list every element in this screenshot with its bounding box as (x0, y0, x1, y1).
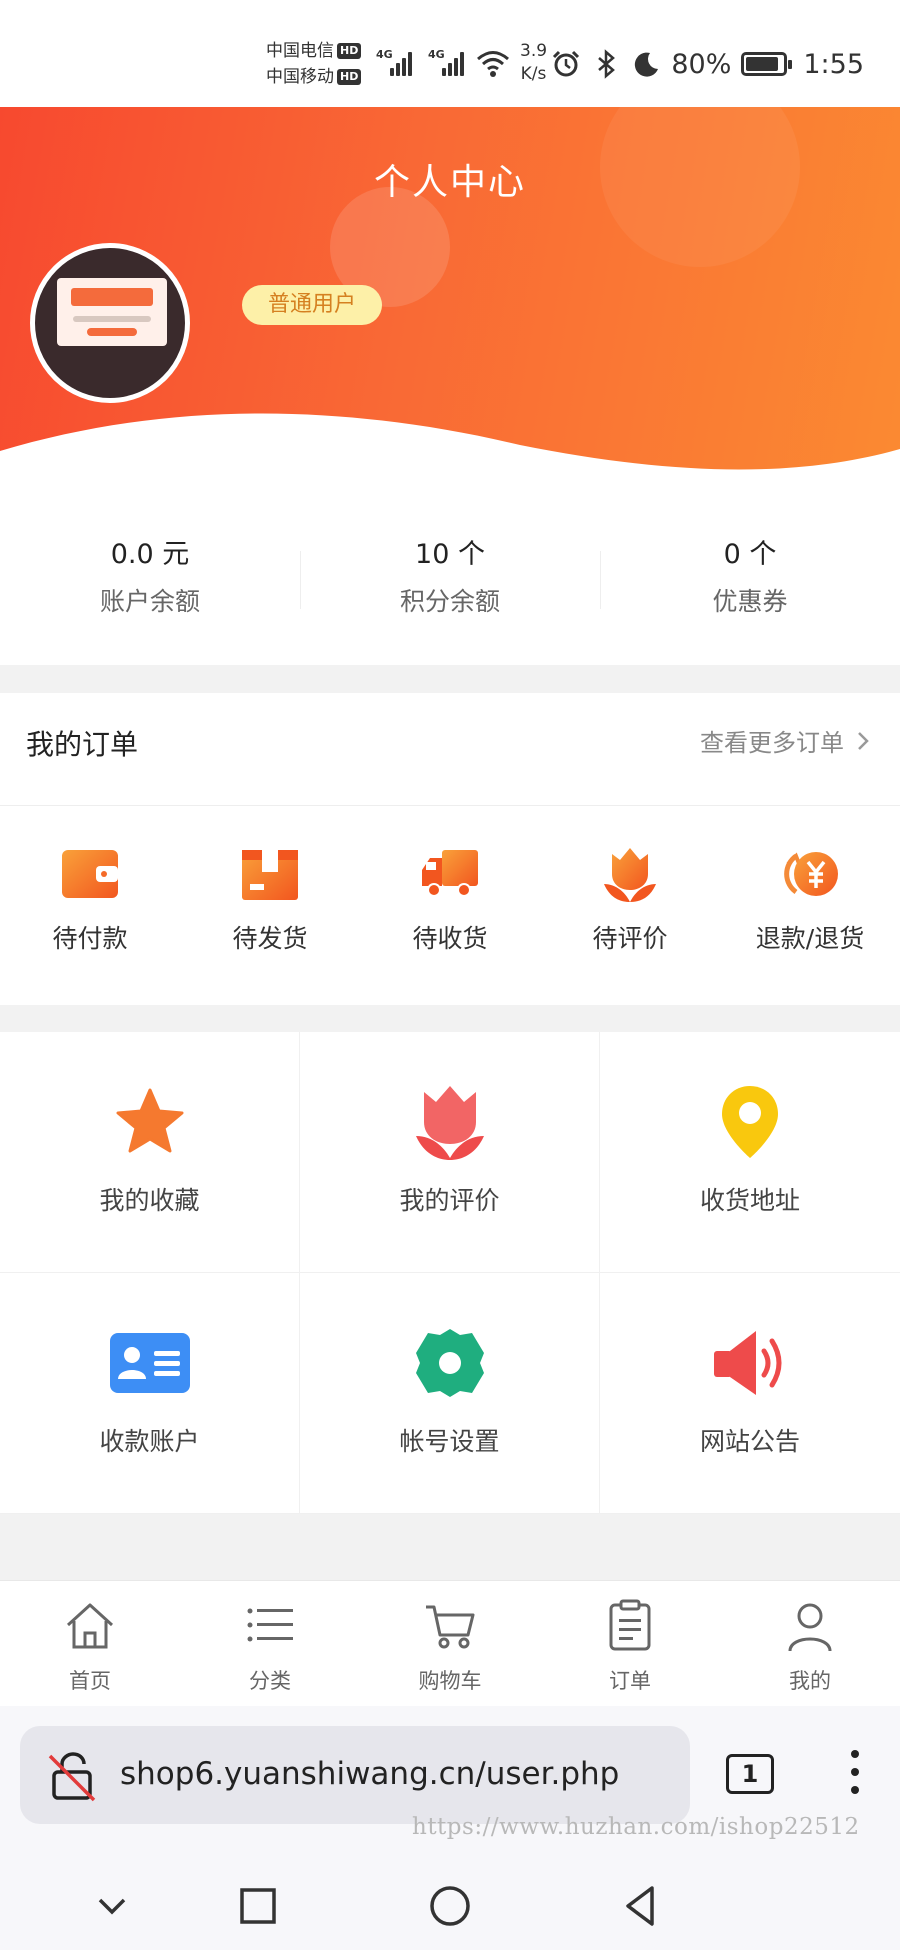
tab-label: 我的 (789, 1669, 831, 1693)
tab-label: 订单 (609, 1669, 651, 1693)
battery-percent: 80% (671, 48, 732, 80)
flower-icon (415, 1086, 484, 1160)
stat-value: 10 个 (415, 539, 485, 570)
tab-label: 首页 (69, 1669, 111, 1693)
menu-shipping-address[interactable]: 收货地址 (600, 1032, 900, 1272)
menu-label: 帐号设置 (399, 1427, 500, 1456)
tab-category[interactable]: 分类 (180, 1581, 360, 1706)
menu-payment-account[interactable]: 收款账户 (0, 1273, 299, 1513)
menu-favorites[interactable]: 我的收藏 (0, 1032, 299, 1272)
order-pending-review[interactable]: 待评价 (540, 806, 720, 1004)
network-speed: 3.9 K/s (520, 41, 548, 84)
refund-icon (784, 852, 838, 896)
orders-title: 我的订单 (26, 728, 139, 761)
insecure-lock-icon[interactable] (46, 1750, 98, 1802)
chevron-down-icon[interactable] (82, 1876, 142, 1936)
menu-label: 我的评价 (399, 1186, 500, 1215)
stat-points[interactable]: 10 个 积分余额 (300, 497, 600, 665)
profile-header: 个人中心 普通用户 (0, 107, 900, 497)
bluetooth-icon (598, 49, 616, 79)
watermark: https://www.huzhan.com/ishop22512 (412, 1814, 860, 1840)
order-label: 退款/退货 (755, 924, 865, 953)
carrier-info: 中国电信 HD 中国移动 HD (266, 38, 362, 90)
stat-label: 账户余额 (99, 587, 200, 616)
avatar[interactable] (30, 243, 190, 403)
flower-icon (604, 848, 656, 902)
order-label: 待发货 (232, 924, 308, 953)
stat-label: 积分余额 (399, 587, 500, 616)
tab-orders[interactable]: 订单 (540, 1581, 720, 1706)
url-text: shop6.yuanshiwang.cn/user.php (120, 1756, 620, 1792)
menu-label: 收货地址 (699, 1186, 800, 1215)
system-navigation (0, 1866, 900, 1950)
battery-icon (741, 52, 793, 76)
list-icon (247, 1608, 293, 1642)
box-icon (242, 850, 298, 900)
tab-cart[interactable]: 购物车 (360, 1581, 540, 1706)
id-card-icon (109, 1333, 190, 1393)
gear-icon (415, 1329, 484, 1397)
user-level-badge: 普通用户 (242, 285, 383, 325)
menu-label: 网站公告 (699, 1427, 800, 1456)
tab-label: 分类 (249, 1669, 291, 1693)
truck-icon (422, 850, 478, 897)
stat-value: 0 个 (723, 539, 777, 570)
recents-icon[interactable] (228, 1876, 288, 1936)
speaker-icon (714, 1331, 782, 1395)
user-icon (788, 1603, 832, 1652)
wifi-icon (477, 51, 509, 77)
carrier-1: 中国电信 (266, 41, 334, 61)
cart-icon (426, 1605, 475, 1649)
tab-home[interactable]: 首页 (0, 1581, 180, 1706)
star-icon (116, 1088, 183, 1153)
more-menu-button[interactable] (848, 1750, 862, 1800)
order-pending-receipt[interactable]: 待收货 (360, 806, 540, 1004)
home-icon (66, 1603, 114, 1649)
order-refund[interactable]: 退款/退货 (720, 806, 900, 1004)
hd-badge: HD (337, 43, 362, 59)
page-title: 个人中心 (373, 162, 526, 203)
menu-my-reviews[interactable]: 我的评价 (300, 1032, 599, 1272)
view-more-label: 查看更多订单 (700, 729, 844, 757)
account-stats: 0.0 元 账户余额 10 个 积分余额 0 个 优惠券 (0, 497, 900, 665)
menu-site-announcement[interactable]: 网站公告 (600, 1273, 900, 1513)
stat-coupons[interactable]: 0 个 优惠券 (600, 497, 900, 665)
my-orders-section: 我的订单 查看更多订单 待付款 待发货 待收货 待评价 退款/退货 (0, 693, 900, 1005)
hd-badge: HD (337, 69, 362, 85)
address-bar[interactable]: shop6.yuanshiwang.cn/user.php (20, 1726, 690, 1824)
carrier-2: 中国移动 (266, 67, 334, 87)
location-icon (722, 1086, 778, 1158)
clipboard-icon (609, 1599, 651, 1651)
tab-mine[interactable]: 我的 (720, 1581, 900, 1706)
menu-label: 收款账户 (99, 1427, 200, 1456)
stat-balance[interactable]: 0.0 元 账户余额 (0, 497, 300, 665)
feature-grid: 我的收藏 我的评价 收货地址 收款账户 帐号设置 网站公告 (0, 1032, 900, 1514)
chevron-right-icon (858, 731, 869, 750)
menu-label: 我的收藏 (99, 1186, 200, 1215)
alarm-icon (553, 50, 580, 77)
order-label: 待付款 (52, 924, 128, 953)
stat-value: 0.0 元 (110, 539, 190, 570)
order-pending-payment[interactable]: 待付款 (0, 806, 180, 1004)
tab-label: 购物车 (418, 1669, 482, 1693)
bottom-tab-bar: 首页 分类 购物车 订单 我的 (0, 1580, 900, 1706)
browser-bar: shop6.yuanshiwang.cn/user.php 1 https://… (0, 1706, 900, 1950)
wallet-icon (62, 850, 118, 898)
order-pending-shipment[interactable]: 待发货 (180, 806, 360, 1004)
view-more-orders-link[interactable]: 查看更多订单 (700, 723, 870, 758)
stat-label: 优惠券 (712, 587, 788, 616)
menu-account-settings[interactable]: 帐号设置 (300, 1273, 599, 1513)
tab-switcher-button[interactable]: 1 (726, 1754, 774, 1794)
home-circle-icon[interactable] (420, 1876, 480, 1936)
clock: 1:55 (803, 48, 864, 80)
order-label: 待收货 (412, 924, 488, 953)
status-bar: 中国电信 HD 中国移动 HD 4G 4G 3.9 K/s 80% 1:55 (0, 0, 900, 108)
order-label: 待评价 (592, 924, 668, 953)
back-triangle-icon[interactable] (612, 1876, 672, 1936)
moon-icon (635, 52, 659, 77)
